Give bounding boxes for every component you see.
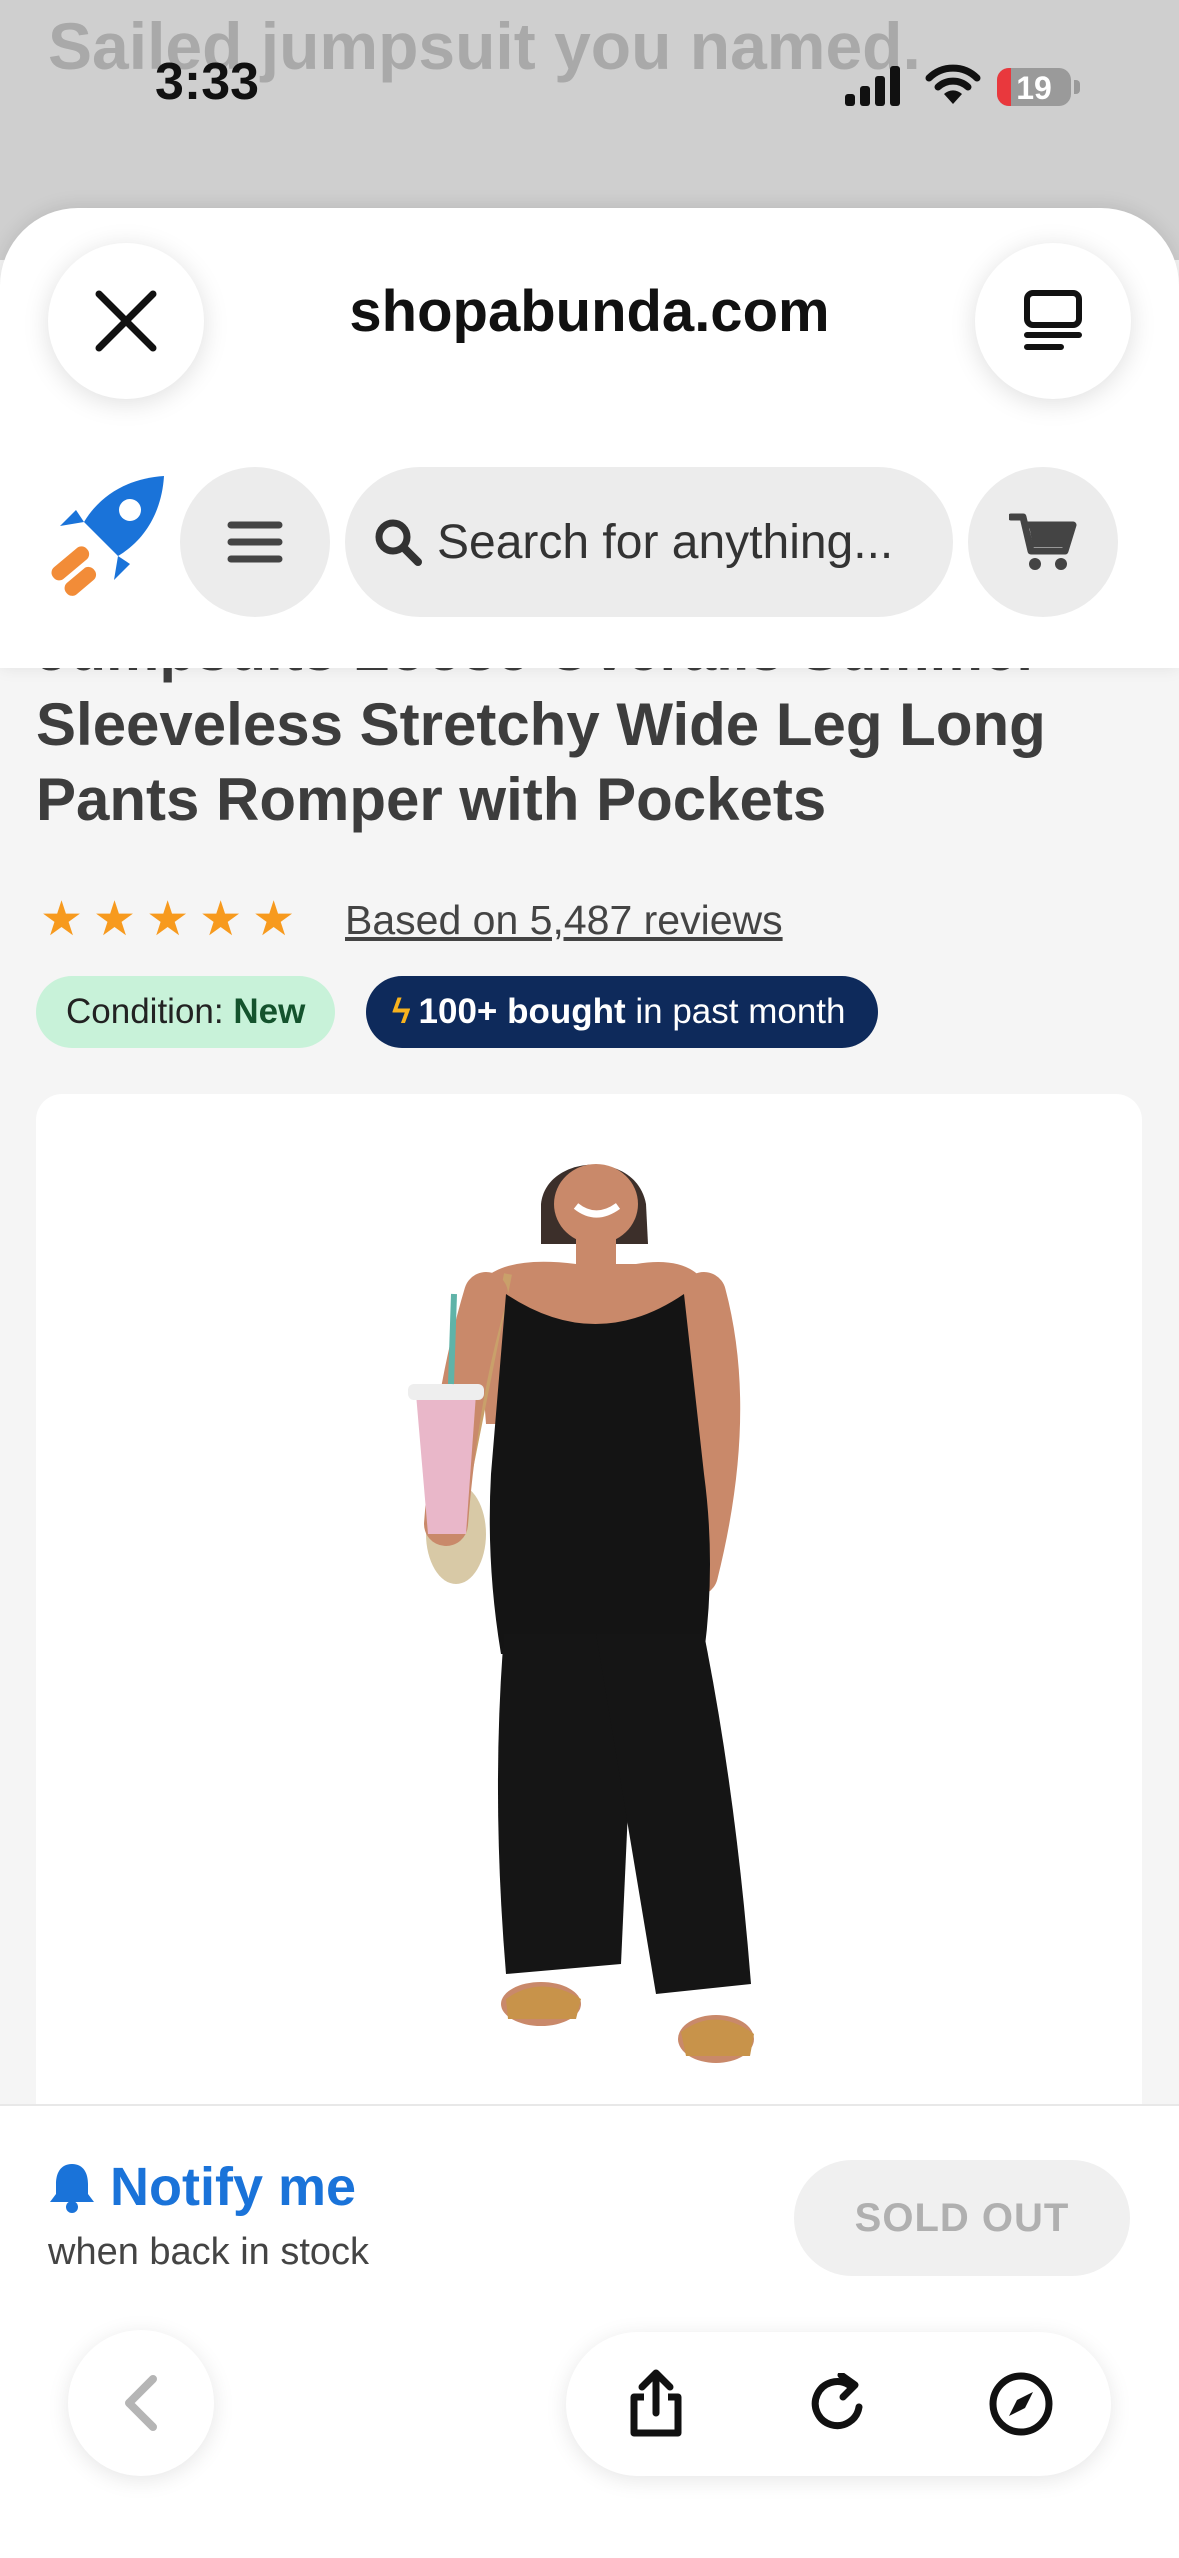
- reviews-link[interactable]: Based on 5,487 reviews: [345, 890, 783, 950]
- rating-stars: ★ ★ ★ ★ ★: [40, 890, 305, 950]
- share-button[interactable]: [586, 2332, 726, 2476]
- rocket-logo-icon[interactable]: [40, 470, 170, 605]
- sold-out-button[interactable]: SOLD OUT: [794, 2160, 1130, 2276]
- bell-icon: [50, 2164, 94, 2213]
- bought-count: 100+ bought: [418, 992, 626, 1031]
- condition-badge: Condition: New: [36, 976, 336, 1048]
- status-bar: 3:33 19: [0, 0, 1179, 170]
- reader-mode-button[interactable]: [975, 243, 1131, 399]
- search-icon: [375, 519, 422, 566]
- star-icon: ★: [252, 893, 296, 946]
- bolt-icon: ϟ: [392, 992, 411, 1031]
- compass-icon: [989, 2372, 1053, 2436]
- reader-mode-icon: [1024, 290, 1082, 350]
- search-input[interactable]: Search for anything...: [437, 515, 893, 570]
- bought-badge: ϟ 100+ bought in past month: [366, 976, 878, 1048]
- battery-percent: 19: [1016, 70, 1052, 106]
- bottom-toolbar: Notify me when back in stock SOLD OUT: [0, 2104, 1179, 2558]
- notify-subtext: when back in stock: [48, 2231, 370, 2273]
- browser-sheet: shopabunda.com Search for anything...: [0, 208, 1179, 668]
- signal-icon: [845, 64, 903, 106]
- star-icon: ★: [199, 893, 243, 946]
- menu-icon: [227, 521, 283, 563]
- chevron-left-icon: [125, 2375, 157, 2431]
- back-button[interactable]: [68, 2330, 214, 2476]
- notify-me-label[interactable]: Notify me: [110, 2156, 356, 2218]
- battery-cap: [1074, 80, 1080, 94]
- star-icon: ★: [93, 893, 137, 946]
- star-icon: ★: [146, 893, 190, 946]
- notify-me-button[interactable]: Notify me: [48, 2156, 356, 2218]
- cart-icon: [1009, 513, 1077, 570]
- browser-actions: [566, 2332, 1111, 2476]
- status-time: 3:33: [155, 53, 260, 111]
- condition-value: New: [233, 992, 306, 1031]
- battery-icon: 19: [997, 68, 1071, 106]
- star-icon: ★: [40, 893, 84, 946]
- bought-period: in past month: [625, 992, 846, 1031]
- product-content: Jumpsuits Loose Overalls Summer Sleevele…: [0, 668, 1179, 2104]
- reload-button[interactable]: [768, 2332, 908, 2476]
- product-title: Jumpsuits Loose Overalls Summer Sleevele…: [36, 668, 1146, 837]
- reload-icon: [811, 2373, 863, 2430]
- title-line: Pants Romper with Pockets: [36, 766, 827, 833]
- menu-button[interactable]: [180, 467, 330, 617]
- share-icon: [630, 2369, 682, 2437]
- cart-button[interactable]: [968, 467, 1118, 617]
- condition-label: Condition:: [66, 992, 234, 1031]
- jumpsuit-model-illustration: [408, 1164, 754, 2063]
- wifi-icon: [925, 64, 981, 104]
- search-bar[interactable]: Search for anything...: [345, 467, 953, 617]
- title-line: Jumpsuits Loose Overalls Summer: [36, 668, 1146, 687]
- title-line: Sleeveless Stretchy Wide Leg Long: [36, 691, 1046, 758]
- product-image[interactable]: [36, 1094, 1142, 2104]
- compass-button[interactable]: [951, 2332, 1091, 2476]
